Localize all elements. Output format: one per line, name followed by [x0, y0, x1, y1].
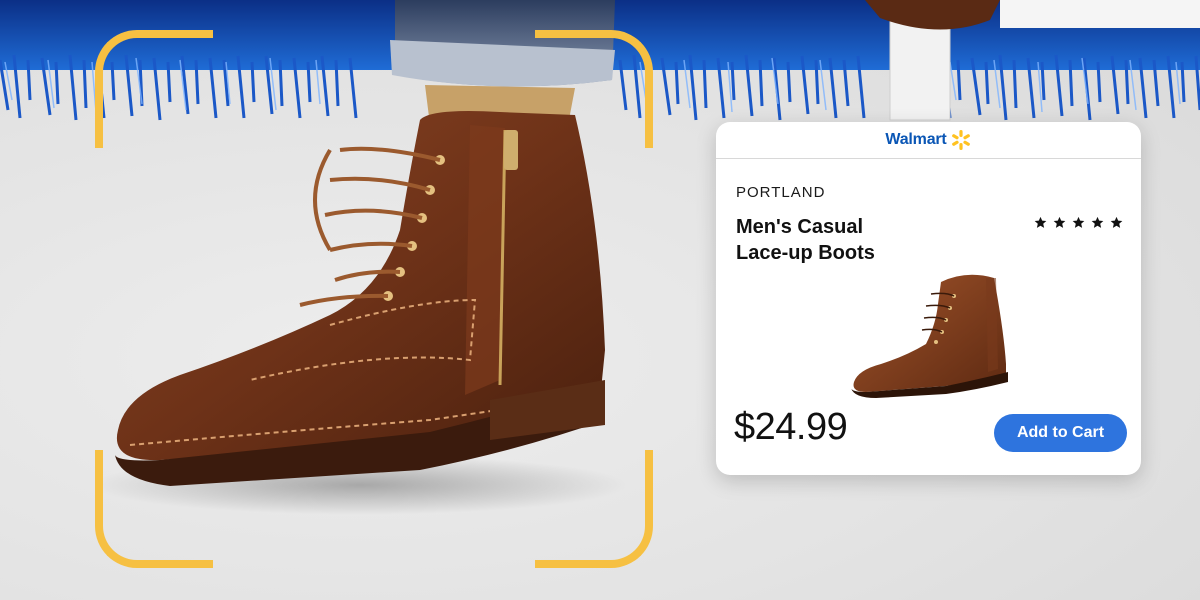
scan-frame-corner-bottom-right [535, 450, 653, 568]
product-title[interactable]: Men's Casual Lace-up Boots [736, 214, 956, 266]
product-title-line-2: Lace-up Boots [736, 242, 875, 264]
product-image[interactable] [846, 264, 1014, 410]
star-icon [1034, 216, 1047, 228]
rating-stars [1034, 216, 1123, 229]
walmart-spark-icon [951, 130, 970, 150]
scan-frame-corner-top-left [95, 30, 213, 148]
product-price: $24.99 [734, 406, 848, 448]
product-card[interactable]: Walmart PORTLAND Men's Casual Lace-up Bo… [716, 122, 1141, 475]
star-icon [1091, 216, 1104, 228]
star-icon [1053, 216, 1066, 228]
product-brand: PORTLAND [736, 184, 826, 201]
product-title-line-1: Men's Casual [736, 216, 864, 238]
star-icon [1072, 216, 1085, 228]
add-to-cart-button[interactable]: Add to Cart [994, 414, 1127, 452]
card-header: Walmart [716, 122, 1141, 159]
star-icon [1110, 216, 1123, 228]
store-name: Walmart [885, 131, 947, 148]
scan-frame-corner-top-right [535, 30, 653, 148]
scan-frame-corner-bottom-left [95, 450, 213, 568]
